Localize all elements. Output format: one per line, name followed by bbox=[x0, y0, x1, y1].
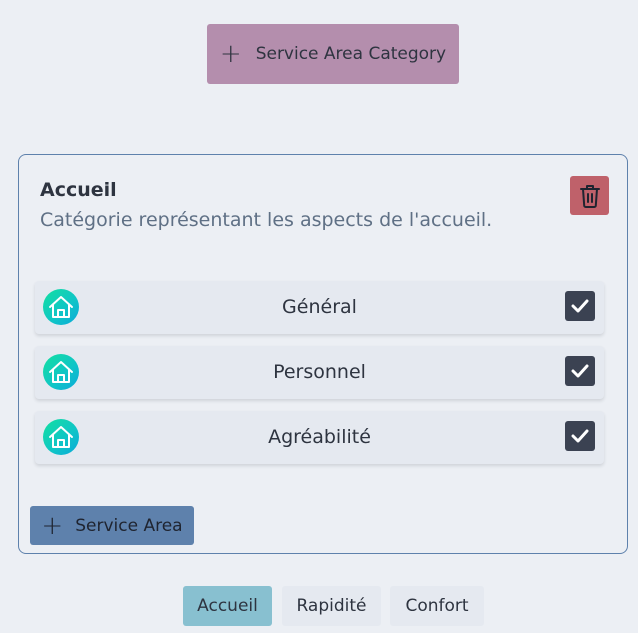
delete-category-button[interactable] bbox=[570, 176, 609, 215]
category-tabs: Accueil Rapidité Confort bbox=[0, 586, 638, 626]
add-service-area-category-button[interactable]: + Service Area Category bbox=[207, 24, 459, 84]
add-area-label: Service Area bbox=[75, 515, 183, 536]
category-card: Accueil Catégorie représentant les aspec… bbox=[18, 154, 628, 554]
category-title: Accueil bbox=[40, 179, 117, 201]
check-icon bbox=[571, 364, 589, 378]
service-area-row: Personnel bbox=[35, 346, 604, 399]
category-description: Catégorie représentant les aspects de l'… bbox=[40, 209, 493, 231]
plus-icon: + bbox=[41, 510, 64, 541]
service-area-row: Général bbox=[35, 281, 604, 334]
trash-icon bbox=[579, 184, 600, 208]
tab-accueil[interactable]: Accueil bbox=[183, 586, 272, 626]
service-area-label: Personnel bbox=[273, 361, 366, 383]
add-service-area-button[interactable]: + Service Area bbox=[30, 506, 194, 545]
tab-rapidite[interactable]: Rapidité bbox=[282, 586, 381, 626]
service-area-checkbox[interactable] bbox=[565, 421, 595, 451]
plus-icon: + bbox=[219, 39, 242, 69]
service-area-label: Agréabilité bbox=[268, 426, 371, 448]
check-icon bbox=[571, 429, 589, 443]
check-icon bbox=[571, 299, 589, 313]
service-area-checkbox[interactable] bbox=[565, 356, 595, 386]
tab-confort[interactable]: Confort bbox=[390, 586, 484, 626]
service-area-row: Agréabilité bbox=[35, 411, 604, 464]
service-area-label: Général bbox=[282, 296, 357, 318]
service-area-checkbox[interactable] bbox=[565, 291, 595, 321]
add-category-label: Service Area Category bbox=[255, 44, 447, 64]
